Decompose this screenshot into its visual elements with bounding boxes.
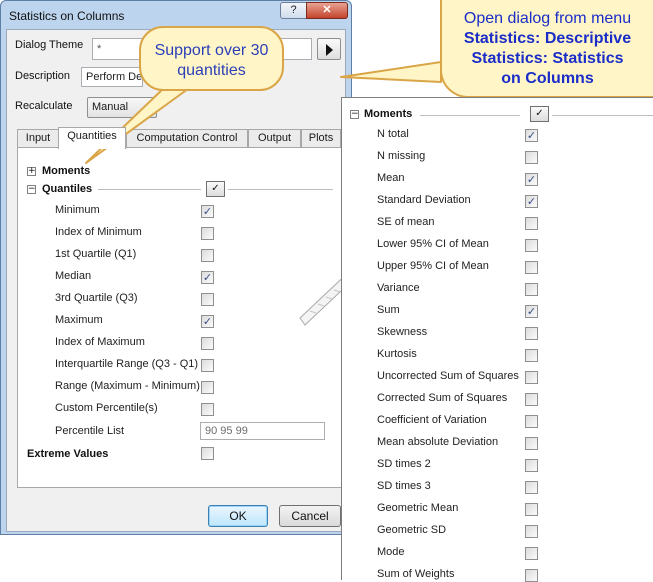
moment-item-label: Geometric Mean — [377, 502, 459, 514]
moments-select-all-button[interactable]: ✓ — [530, 106, 549, 122]
menu-callout-pointer — [340, 61, 442, 83]
moment-item-checkbox[interactable] — [525, 261, 538, 274]
moments-separator — [420, 115, 520, 116]
moment-item-checkbox[interactable] — [525, 503, 538, 516]
moment-item-checkbox[interactable] — [525, 327, 538, 340]
menu-callout-line3: Statistics: Statistics — [471, 50, 624, 67]
moment-item-checkbox[interactable] — [525, 239, 538, 252]
tab-quantities[interactable]: Quantities — [58, 127, 126, 149]
moment-item-label: SD times 2 — [377, 458, 431, 470]
moment-item-label: Variance — [377, 282, 420, 294]
quantities-callout-pointer — [85, 85, 193, 164]
moment-item-checkbox[interactable] — [525, 437, 538, 450]
moment-item-label: Mode — [377, 546, 405, 558]
moment-item-label: SE of mean — [377, 216, 435, 228]
moment-item-checkbox[interactable]: ✓ — [525, 305, 538, 318]
moment-item-label: Uncorrected Sum of Squares — [377, 370, 519, 382]
moment-item-checkbox[interactable] — [525, 371, 538, 384]
menu-path-callout: Open dialog from menu Statistics: Descri… — [440, 0, 653, 98]
moment-item-label: Geometric SD — [377, 524, 447, 536]
moment-item-label: Corrected Sum of Squares — [377, 392, 508, 404]
moment-item-checkbox[interactable]: ✓ — [525, 173, 538, 186]
moment-item-label: Coefficient of Variation — [377, 414, 487, 426]
moment-item-label: N total — [377, 128, 409, 140]
moment-item-label: Skewness — [377, 326, 428, 338]
moment-item-checkbox[interactable] — [525, 217, 538, 230]
moments-separator-right — [552, 115, 653, 116]
moment-item-label: Sum of Weights — [377, 568, 455, 580]
moment-item-checkbox[interactable] — [525, 393, 538, 406]
moment-item-label: Mean absolute Deviation — [377, 436, 499, 448]
moment-item-checkbox[interactable]: ✓ — [525, 195, 538, 208]
quantities-callout: Support over 30 quantities — [139, 26, 284, 91]
moment-item-checkbox[interactable] — [525, 349, 538, 362]
quantities-callout-line1: Support over 30 — [154, 42, 269, 59]
moment-item-label: SD times 3 — [377, 480, 431, 492]
moment-item-checkbox[interactable] — [525, 547, 538, 560]
moment-item-checkbox[interactable]: ✓ — [525, 129, 538, 142]
moment-item-label: Lower 95% CI of Mean — [377, 238, 489, 250]
menu-callout-line4: on Columns — [501, 70, 594, 87]
moment-item-checkbox[interactable] — [525, 459, 538, 472]
moment-item-checkbox[interactable] — [525, 569, 538, 582]
moment-item-label: Mean — [377, 172, 405, 184]
moment-item-checkbox[interactable] — [525, 525, 538, 538]
moment-item-label: N missing — [377, 150, 426, 162]
menu-callout-line1: Open dialog from menu — [463, 10, 632, 27]
moment-item-checkbox[interactable] — [525, 415, 538, 428]
quantities-callout-line2: quantities — [177, 62, 246, 79]
moments-collapse-icon[interactable]: − — [350, 110, 359, 119]
moments-panel-title: Moments — [364, 108, 413, 120]
moment-item-checkbox[interactable] — [525, 481, 538, 494]
moment-item-label: Upper 95% CI of Mean — [377, 260, 489, 272]
moments-expanded-panel: − Moments ✓ N total ✓ N missing Mean ✓ Standa… — [341, 97, 653, 582]
menu-callout-line2: Statistics: Descriptive — [463, 30, 632, 47]
moment-item-label: Standard Deviation — [377, 194, 471, 206]
moment-item-checkbox[interactable] — [525, 283, 538, 296]
moment-item-label: Sum — [377, 304, 400, 316]
moment-item-label: Kurtosis — [377, 348, 417, 360]
moment-item-checkbox[interactable] — [525, 151, 538, 164]
